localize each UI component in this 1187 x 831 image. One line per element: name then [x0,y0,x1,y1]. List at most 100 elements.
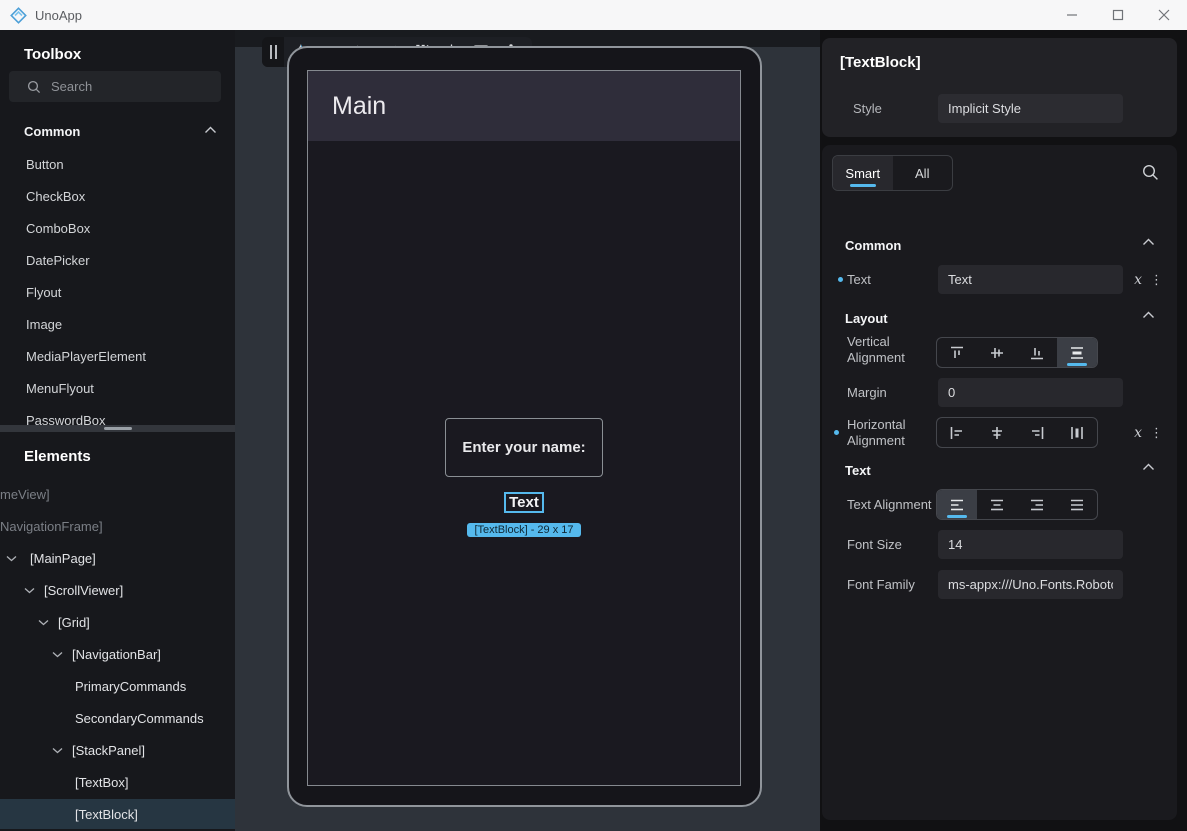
toolbox-section-common[interactable]: Common [24,124,80,139]
selected-underline [947,515,967,518]
tree-item-primarycommands[interactable]: PrimaryCommands [0,671,235,701]
ellipsis-vertical-icon[interactable]: ⋮ [1150,425,1163,441]
tree-item-frameview[interactable]: meView] [0,479,235,509]
text-align-justify-button[interactable] [1057,490,1097,519]
margin-label: Margin [847,385,933,401]
chevron-up-icon[interactable] [1142,311,1155,319]
toolbox-item-combobox[interactable]: ComboBox [26,221,90,236]
chevron-up-icon[interactable] [1142,463,1155,471]
valign-stretch-button[interactable] [1057,338,1097,367]
chevron-down-icon[interactable] [52,747,63,754]
style-label: Style [853,101,882,116]
vertical-alignment-label: Vertical Alignment [847,334,933,366]
tab-all[interactable]: All [893,156,953,190]
selected-underline [1067,363,1087,366]
toolbox-item-image[interactable]: Image [26,317,62,332]
horizontal-alignment-actions: x ⋮ [1134,425,1163,441]
ellipsis-vertical-icon[interactable]: ⋮ [1150,272,1163,288]
minimize-button[interactable] [1049,0,1095,30]
property-tabs: Smart All [832,155,953,191]
selection-badge: [TextBlock] - 29 x 17 [308,520,740,538]
halign-stretch-button[interactable] [1057,418,1097,447]
chevron-down-icon[interactable] [52,651,63,658]
tree-item-secondarycommands[interactable]: SecondaryCommands [0,703,235,733]
font-family-input[interactable] [938,577,1123,592]
halign-left-button[interactable] [937,418,977,447]
halign-right-button[interactable] [1017,418,1057,447]
tab-active-underline [850,184,876,187]
maximize-button[interactable] [1095,0,1141,30]
selected-element-card: [TextBlock] Style [822,38,1177,137]
modified-indicator-dot [834,430,839,435]
section-layout[interactable]: Layout [845,311,888,326]
toolbox-item-mediaplayerelement[interactable]: MediaPlayerElement [26,349,146,364]
tree-item-stackpanel[interactable]: [StackPanel] [0,735,235,765]
binding-icon[interactable]: x [1134,272,1142,288]
text-align-left-button[interactable] [937,490,977,519]
uno-logo-icon [10,7,27,24]
toolbox-item-menuflyout[interactable]: MenuFlyout [26,381,94,396]
tab-smart[interactable]: Smart [833,156,893,190]
text-property-actions: x ⋮ [1134,272,1163,288]
vertical-alignment-group [936,337,1098,368]
app-preview-screen: Main Enter your name: Text [TextBlock] -… [307,70,741,786]
valign-top-button[interactable] [937,338,977,367]
toolbox-search[interactable] [9,71,221,102]
properties-card: Smart All Common Text x ⋮ Layout Vertica… [822,145,1177,820]
style-field[interactable] [938,94,1123,123]
toolbox-item-button[interactable]: Button [26,157,64,172]
chevron-down-icon[interactable] [38,619,49,626]
window-titlebar: UnoApp [0,0,1187,30]
preview-navigation-bar[interactable]: Main [308,71,740,141]
text-align-center-button[interactable] [977,490,1017,519]
close-button[interactable] [1141,0,1187,30]
selected-textblock[interactable]: Text [308,492,740,513]
sidebar: Toolbox Common Button CheckBox ComboBox … [0,30,235,831]
search-icon [27,80,41,94]
binding-icon[interactable]: x [1134,425,1142,441]
pane-splitter[interactable] [0,425,235,432]
tree-item-scrollviewer[interactable]: [ScrollViewer] [0,575,235,605]
text-align-right-button[interactable] [1017,490,1057,519]
text-property-field[interactable] [938,265,1123,294]
font-size-field[interactable] [938,530,1123,559]
toolbar-drag-handle[interactable] [262,37,284,67]
section-common[interactable]: Common [845,238,901,253]
font-size-label: Font Size [847,537,933,553]
font-size-input[interactable] [938,537,1123,552]
toolbox-item-flyout[interactable]: Flyout [26,285,61,300]
chevron-down-icon[interactable] [6,555,17,562]
toolbox-item-checkbox[interactable]: CheckBox [26,189,85,204]
style-input[interactable] [938,101,1123,116]
tree-item-grid[interactable]: [Grid] [0,607,235,637]
font-family-field[interactable] [938,570,1123,599]
text-property-input[interactable] [938,272,1123,287]
tree-item-mainpage[interactable]: [MainPage] [0,543,235,573]
preview-textbox[interactable]: Enter your name: [445,418,603,477]
toolbox-title: Toolbox [24,46,81,63]
margin-input[interactable] [938,385,1123,400]
chevron-up-icon[interactable] [1142,238,1155,246]
tree-item-navigationbar[interactable]: [NavigationBar] [0,639,235,669]
margin-field[interactable] [938,378,1123,407]
halign-center-button[interactable] [977,418,1017,447]
horizontal-alignment-group [936,417,1098,448]
tree-item-textbox[interactable]: [TextBox] [0,767,235,797]
section-text[interactable]: Text [845,463,871,478]
property-search-button[interactable] [1142,164,1159,181]
properties-panel: [TextBlock] Style Smart All Common Text [820,30,1187,831]
tree-item-textblock[interactable]: [TextBlock] [0,799,235,829]
valign-bottom-button[interactable] [1017,338,1057,367]
tree-item-navigationframe[interactable]: NavigationFrame] [0,511,235,541]
modified-indicator-dot [838,277,843,282]
elements-title: Elements [24,448,91,465]
valign-center-button[interactable] [977,338,1017,367]
preview-page-title: Main [332,92,386,121]
chevron-down-icon[interactable] [24,587,35,594]
toolbox-item-datepicker[interactable]: DatePicker [26,253,90,268]
splitter-grip-icon [104,427,132,430]
search-input[interactable] [51,79,201,94]
chevron-up-icon[interactable] [204,126,217,134]
app-title: UnoApp [35,8,82,23]
horizontal-alignment-label: Horizontal Alignment [847,417,933,449]
